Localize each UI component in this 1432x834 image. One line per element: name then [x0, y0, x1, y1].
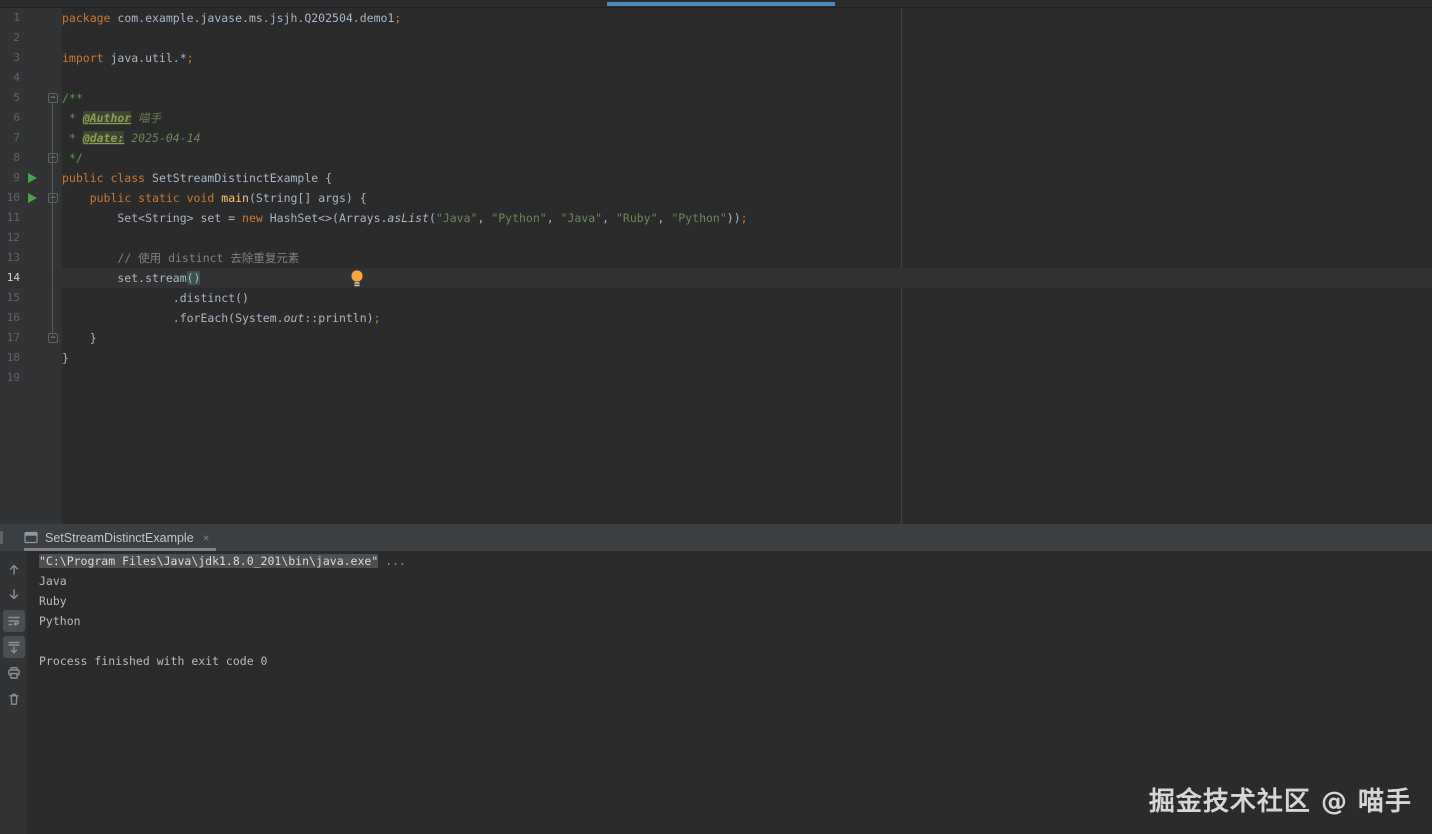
code-text: /**	[62, 91, 83, 105]
code-text: }	[62, 351, 69, 365]
run-button-icon[interactable]	[28, 193, 37, 203]
window-top-strip	[0, 0, 1432, 8]
code-line[interactable]: 4	[0, 68, 1432, 88]
gutter-cell[interactable]: 4	[0, 68, 62, 88]
line-number[interactable]: 18	[0, 348, 20, 368]
code-text: .distinct()	[62, 291, 249, 305]
code-line[interactable]: 18}	[0, 348, 1432, 368]
code-line[interactable]: 14 set.stream()	[0, 268, 1432, 288]
console-output-line: Python	[39, 614, 81, 628]
code-text: */	[62, 151, 83, 165]
line-number[interactable]: 2	[0, 28, 20, 48]
console-output-line: Java	[39, 574, 67, 588]
code-text: * @date: 2025-04-14	[62, 131, 201, 145]
code-text: }	[62, 331, 97, 345]
code-text: .forEach(System.out::println);	[62, 311, 381, 325]
code-line[interactable]: 1 package com.example.javase.ms.jsjh.Q202…	[0, 8, 1432, 28]
code-line[interactable]: 11 Set<String> set = new HashSet<>(Array…	[0, 208, 1432, 228]
code-line[interactable]: 2	[0, 28, 1432, 48]
soft-wrap-icon[interactable]	[2, 610, 25, 632]
code-line[interactable]: 12	[0, 228, 1432, 248]
line-number[interactable]: 9	[0, 168, 20, 188]
line-number[interactable]: 19	[0, 368, 20, 388]
code-line[interactable]: 19	[0, 368, 1432, 388]
code-line[interactable]: 9 public class SetStreamDistinctExample {	[0, 168, 1432, 188]
console-output-line: "C:\Program Files\Java\jdk1.8.0_201\bin\…	[39, 554, 406, 568]
fold-marker-icon[interactable]: −	[48, 93, 58, 103]
line-number[interactable]: 7	[0, 128, 20, 148]
code-text: set.stream()	[62, 271, 201, 285]
line-number[interactable]: 5	[0, 88, 20, 108]
line-number[interactable]: 3	[0, 48, 20, 68]
code-text: * @Author 喵手	[62, 111, 162, 125]
console-tab-label: SetStreamDistinctExample	[45, 530, 194, 545]
line-number[interactable]: 11	[0, 208, 20, 228]
gutter-cell[interactable]: 19	[0, 368, 62, 388]
up-arrow-icon[interactable]	[3, 558, 25, 580]
line-number[interactable]: 17	[0, 328, 20, 348]
down-arrow-icon[interactable]	[3, 584, 25, 606]
code-line[interactable]: 15 .distinct()	[0, 288, 1432, 308]
tool-window-stripe-mark	[0, 531, 3, 544]
line-number[interactable]: 4	[0, 68, 20, 88]
code-text: public static void main(String[] args) {	[89, 191, 367, 205]
watermark-text: 掘金技术社区 @ 喵手	[1148, 787, 1412, 817]
active-file-tab-underline	[607, 2, 835, 6]
code-line[interactable]: 10 − public static void main(String[] arg…	[0, 188, 1432, 208]
fold-guide-line	[52, 103, 53, 335]
console-output-line: Ruby	[39, 594, 67, 608]
scroll-to-end-icon[interactable]	[2, 636, 25, 658]
run-button-icon[interactable]	[28, 173, 37, 183]
clear-icon[interactable]	[3, 688, 25, 710]
intention-bulb-icon[interactable]	[350, 270, 364, 293]
fold-marker-icon[interactable]: −	[48, 193, 58, 203]
console-output-line: Process finished with exit code 0	[39, 654, 268, 668]
gutter-cell[interactable]: 1	[0, 8, 62, 28]
line-number[interactable]: 13	[0, 248, 20, 268]
line-number[interactable]: 14	[0, 268, 20, 288]
line-number[interactable]: 8	[0, 148, 20, 168]
console-toolbar	[0, 551, 27, 834]
code-line[interactable]: 16 .forEach(System.out::println);	[0, 308, 1432, 328]
gutter-cell[interactable]: 2	[0, 28, 62, 48]
console-output[interactable]: "C:\Program Files\Java\jdk1.8.0_201\bin\…	[39, 551, 406, 671]
code-text: import java.util.*;	[62, 51, 194, 65]
fold-marker-icon[interactable]: −	[48, 333, 58, 343]
code-line[interactable]: 6 * @Author 喵手	[0, 108, 1432, 128]
code-text: Set<String> set = new HashSet<>(Arrays.a…	[62, 211, 748, 225]
line-number[interactable]: 1	[0, 8, 20, 28]
code-line[interactable]: 13 // 使用 distinct 去除重复元素	[0, 248, 1432, 268]
code-text: public class SetStreamDistinctExample {	[62, 171, 333, 185]
line-number[interactable]: 10	[0, 188, 20, 208]
code-text: // 使用 distinct 去除重复元素	[117, 251, 300, 265]
code-line[interactable]: 8 − */	[0, 148, 1432, 168]
line-number[interactable]: 15	[0, 288, 20, 308]
line-number[interactable]: 12	[0, 228, 20, 248]
run-toolwindow-header: SetStreamDistinctExample ×	[0, 524, 1432, 551]
code-line[interactable]: 3 import java.util.*;	[0, 48, 1432, 68]
gutter-cell[interactable]: 3	[0, 48, 62, 68]
console-tab[interactable]: SetStreamDistinctExample ×	[24, 524, 210, 551]
line-number[interactable]: 6	[0, 108, 20, 128]
print-icon[interactable]	[3, 662, 25, 684]
code-line[interactable]: 5 −/**	[0, 88, 1432, 108]
code-text: package com.example.javase.ms.jsjh.Q2025…	[62, 11, 402, 25]
code-line[interactable]: 17 − }	[0, 328, 1432, 348]
gutter-cell[interactable]: 18	[0, 348, 62, 368]
console-icon	[24, 531, 38, 544]
code-line[interactable]: 7 * @date: 2025-04-14	[0, 128, 1432, 148]
code-editor[interactable]: 1 package com.example.javase.ms.jsjh.Q202…	[0, 8, 1432, 524]
fold-marker-icon[interactable]: −	[48, 153, 58, 163]
close-icon[interactable]: ×	[203, 531, 210, 545]
code-lines: 1 package com.example.javase.ms.jsjh.Q202…	[0, 8, 1432, 388]
line-number[interactable]: 16	[0, 308, 20, 328]
